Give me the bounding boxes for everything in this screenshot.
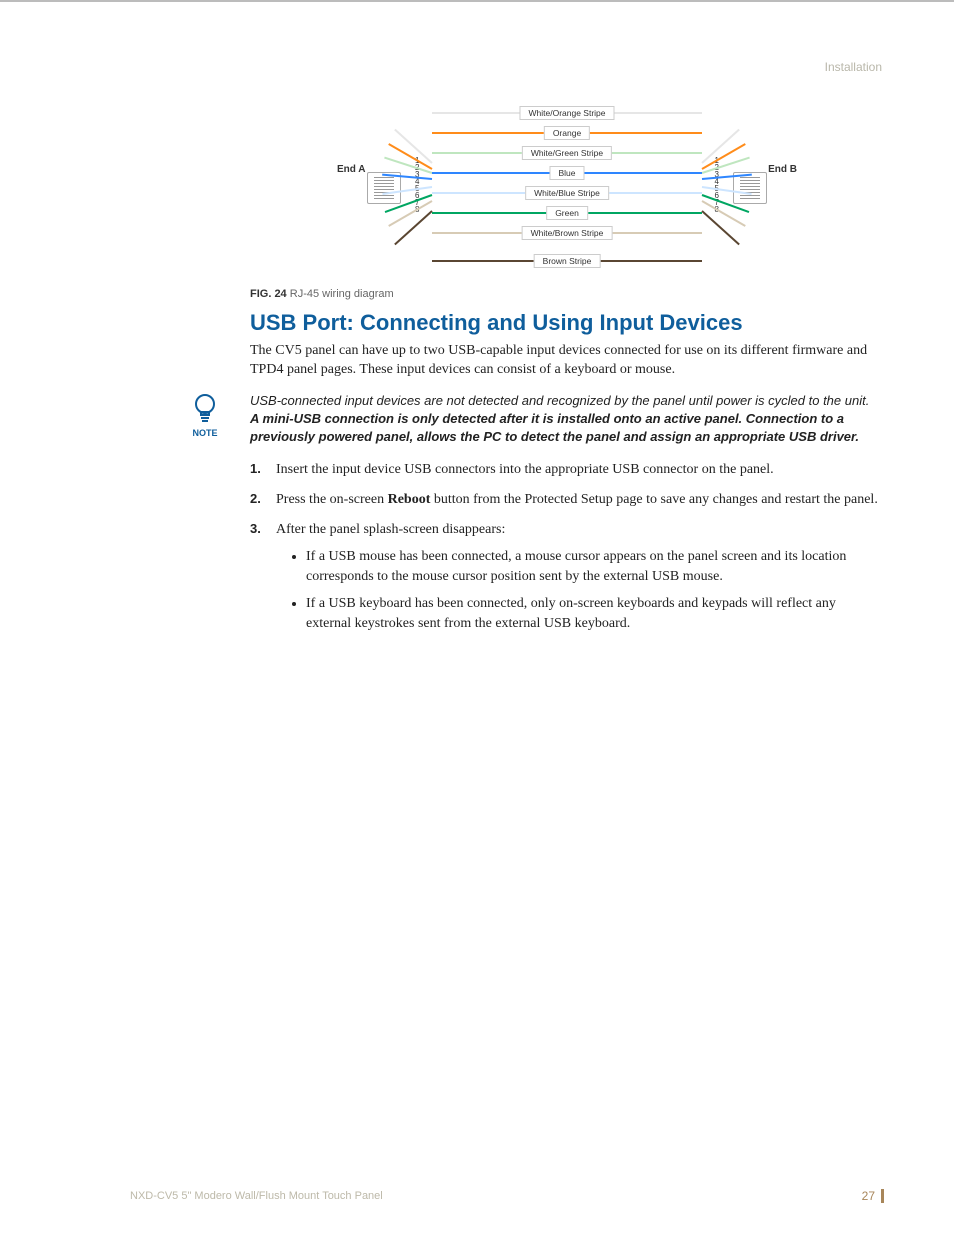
page-footer: NXD-CV5 5" Modero Wall/Flush Mount Touch… (130, 1189, 884, 1203)
header-section: Installation (825, 60, 882, 74)
step-3: After the panel splash-screen disappears… (250, 520, 884, 634)
wire-box: White/Orange Stripe Orange White/Green S… (432, 102, 702, 282)
rj45-wiring-diagram: End A End B 12345678 12345678 White/Oran… (327, 102, 807, 282)
wire-2: Orange (432, 132, 702, 134)
note-text: USB-connected input devices are not dete… (235, 392, 884, 447)
step-3-bullet-2: If a USB keyboard has been connected, on… (306, 594, 884, 633)
steps-list: Insert the input device USB connectors i… (250, 460, 884, 633)
wire-8: Brown Stripe (432, 260, 702, 262)
wire-8-label: Brown Stripe (534, 254, 601, 268)
intro-paragraph: The CV5 panel can have up to two USB-cap… (250, 342, 884, 380)
pin-numbers-a: 12345678 (415, 157, 419, 213)
wire-5: White/Blue Stripe (432, 192, 702, 194)
wire-1-label: White/Orange Stripe (519, 106, 614, 120)
wire-7-label: White/Brown Stripe (522, 226, 613, 240)
wire-3: White/Green Stripe (432, 152, 702, 154)
wire-2-label: Orange (544, 126, 590, 140)
note-line-2: A mini-USB connection is only detected a… (250, 411, 859, 444)
wire-7: White/Brown Stripe (432, 232, 702, 234)
page: Installation End A End B 12345678 123456… (0, 0, 954, 1235)
wire-5-label: White/Blue Stripe (525, 186, 609, 200)
figure-caption-text: RJ-45 wiring diagram (287, 288, 394, 300)
step-3-bullet-1: If a USB mouse has been connected, a mou… (306, 547, 884, 586)
step-3-bullets: If a USB mouse has been connected, a mou… (306, 547, 884, 633)
wire-6-label: Green (546, 206, 588, 220)
wire-4-label: Blue (549, 166, 584, 180)
figure-caption: FIG. 24 RJ-45 wiring diagram (250, 288, 884, 300)
note-icon: NOTE (175, 392, 235, 438)
note-label: NOTE (192, 428, 217, 438)
wire-3-label: White/Green Stripe (522, 146, 612, 160)
note-line-1: USB-connected input devices are not dete… (250, 393, 869, 408)
wire-1: White/Orange Stripe (432, 112, 702, 114)
figure-number: FIG. 24 (250, 288, 287, 300)
page-number: 27 (862, 1189, 884, 1203)
wire-6: Green (432, 212, 702, 214)
footer-product: NXD-CV5 5" Modero Wall/Flush Mount Touch… (130, 1190, 383, 1202)
note-block: NOTE USB-connected input devices are not… (175, 392, 884, 447)
step-2: Press the on-screen Reboot button from t… (250, 490, 884, 510)
step-1: Insert the input device USB connectors i… (250, 460, 884, 480)
wire-4: Blue (432, 172, 702, 174)
end-b-label: End B (768, 164, 797, 175)
end-a-label: End A (337, 164, 366, 175)
content-area: End A End B 12345678 12345678 White/Oran… (250, 102, 884, 634)
section-heading: USB Port: Connecting and Using Input Dev… (250, 310, 884, 336)
